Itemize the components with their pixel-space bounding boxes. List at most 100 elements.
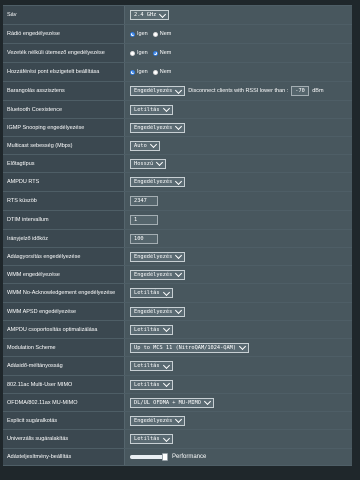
setting-value-cell: Engedélyezés — [125, 119, 352, 136]
adasgyorsitas-engedelyezese-select[interactable]: Engedélyezés — [130, 251, 186, 262]
setting-row: OFDMA/802.11ax MU-MIMO DL/UL OFDMA + MU-M… — [3, 394, 352, 412]
radio-button-icon — [152, 50, 158, 56]
select-value: Engedélyezés — [134, 308, 173, 315]
tx-power-slider-group: Performance — [130, 453, 207, 461]
setting-label: Sáv — [3, 6, 125, 24]
setting-row: Sáv 2.4 GHz — [3, 6, 352, 25]
setting-value-cell: Engedélyezés Disconnect clients with RSSI… — [125, 82, 352, 100]
setting-label: Multicast sebesség (Mbps) — [3, 137, 125, 154]
radio-label: Nem — [159, 69, 172, 75]
rts-kuszob-input[interactable]: 2347 — [130, 196, 158, 206]
select-value: Letiltás — [134, 290, 160, 296]
setting-label: Explicit sugáralkotás — [3, 412, 125, 429]
setting-row: Barangolás asszisztens Engedélyezés Discon… — [3, 82, 352, 101]
setting-row: WMM engedélyezése Engedélyezés — [3, 266, 352, 284]
multicast-sebesseg-mbps-select[interactable]: Auto — [130, 140, 160, 151]
setting-label: Univerzális sugáralakítás — [3, 430, 125, 448]
setting-value-cell: 100 — [125, 230, 352, 247]
setting-label: Előtagtípus — [3, 155, 125, 172]
rssi-threshold-input[interactable]: -70 — [291, 86, 310, 96]
setting-value-cell: Engedélyezés — [125, 248, 352, 265]
setting-row: Multicast sebesség (Mbps) Auto — [3, 137, 352, 155]
adasido-meltanyossag-select[interactable]: Letiltás — [130, 361, 173, 371]
bluetooth-coexistence-select[interactable]: Letiltás — [130, 104, 173, 115]
chevron-down-icon — [175, 122, 183, 131]
setting-label: AMPDU RTS — [3, 173, 125, 191]
radio-label: Igen — [137, 69, 148, 75]
slider-handle[interactable] — [162, 453, 168, 461]
vezetek-nelkuli-utemezo-engedelyezese-radio-igen[interactable]: Igen — [130, 50, 148, 56]
setting-label: Rádió engedélyezése — [3, 25, 125, 43]
igmp-snooping-engedelyezese-select[interactable]: Engedélyezés — [130, 122, 186, 133]
ofdma-802-11ax-mu-mimo-select[interactable]: DL/UL OFDMA + MU-MIMO — [130, 397, 214, 408]
chevron-down-icon — [175, 177, 183, 185]
setting-value-cell: Engedélyezés — [125, 412, 352, 429]
setting-row: Adásteljesítmény-beállítás Performance — [3, 449, 352, 466]
radio-engedelyezese-radio-igen[interactable]: Igen — [130, 31, 148, 37]
802-11ac-multi-user-mimo-select[interactable]: Letiltás — [130, 379, 173, 390]
select-value: Auto — [134, 142, 147, 149]
setting-label: Hozzáférési pont elszigetelt beállítása — [3, 63, 125, 81]
setting-value-cell: Engedélyezés — [125, 303, 352, 320]
univerzalis-sugaralakitas-select[interactable]: Letiltás — [130, 434, 173, 444]
setting-label: AMPDU csoportosítás optimalizálása — [3, 321, 125, 338]
setting-label: RTS küszöb — [3, 192, 125, 210]
wmm-no-acknowledgement-engedelyezese-select[interactable]: Letiltás — [130, 288, 173, 298]
setting-value-cell: Engedélyezés — [125, 173, 352, 191]
setting-value-cell: Letiltás — [125, 284, 352, 302]
vezetek-nelkuli-utemezo-engedelyezese-radio-nem[interactable]: Nem — [152, 50, 172, 56]
select-value: Letiltás — [134, 381, 160, 388]
setting-row: Explicit sugáralkotás Engedélyezés — [3, 412, 352, 430]
iranyjelzo-idokoz-input[interactable]: 100 — [130, 233, 158, 244]
select-value: Up to MCS 11 (NitroQAM/1024-QAM) — [134, 344, 237, 351]
dtim-intervallum-input[interactable]: 1 — [130, 215, 158, 225]
chevron-down-icon — [239, 342, 247, 351]
hozzaferesi-pont-elszigetelt-beallitasa-radio-igen[interactable]: Igen — [130, 69, 148, 75]
explicit-sugaralkotas-select[interactable]: Engedélyezés — [130, 415, 186, 426]
sav-select[interactable]: 2.4 GHz — [130, 10, 170, 20]
radio-button-icon — [152, 69, 158, 75]
setting-value-cell: Igen Nem — [125, 63, 352, 81]
setting-row: Bluetooth Coexistence Letiltás — [3, 101, 352, 119]
rssi-description: Disconnect clients with RSSI lower than … — [188, 88, 289, 94]
wmm-apsd-engedelyezese-select[interactable]: Engedélyezés — [130, 306, 186, 317]
setting-value-cell: Up to MCS 11 (NitroQAM/1024-QAM) — [125, 339, 352, 356]
setting-value-cell: Auto — [125, 137, 352, 154]
chevron-down-icon — [149, 140, 157, 149]
radio-engedelyezese-radio-nem[interactable]: Nem — [152, 31, 171, 37]
radio-label: Igen — [137, 50, 148, 56]
select-value: Engedélyezés — [134, 124, 173, 131]
hozzaferesi-pont-elszigetelt-beallitasa-radio-nem[interactable]: Nem — [152, 69, 172, 75]
ampdu-csoportositas-optimalizalasa-select[interactable]: Letiltás — [130, 324, 173, 335]
setting-value-cell: Performance — [125, 449, 352, 465]
setting-label: Irányjelző időköz — [3, 230, 125, 247]
ampdu-rts-select[interactable]: Engedélyezés — [130, 177, 186, 187]
setting-row: Modulation Scheme Up to MCS 11 (NitroQAM/… — [3, 339, 352, 357]
setting-label: Vezeték nélküli ütemező engedélyezése — [3, 44, 125, 62]
select-value: Letiltás — [134, 326, 160, 333]
radio-label: Nem — [159, 50, 172, 56]
setting-row: 802.11ac Multi-User MIMO Letiltás — [3, 376, 352, 394]
setting-value-cell: Letiltás — [125, 376, 352, 393]
tx-power-level-label: Performance — [172, 454, 207, 460]
setting-row: WMM No-Acknowledgement engedélyezése Leti… — [3, 284, 352, 303]
chevron-down-icon — [162, 104, 170, 113]
settings-frame: Sáv 2.4 GHz Rádió engedélyezése Igen Nem Veze… — [0, 0, 360, 480]
setting-row: Rádió engedélyezése Igen Nem — [3, 25, 352, 44]
select-value: Hosszú — [134, 160, 154, 167]
setting-row: Irányjelző időköz 100 — [3, 230, 352, 248]
setting-label: 802.11ac Multi-User MIMO — [3, 376, 125, 393]
setting-row: Előtagtípus Hosszú — [3, 155, 352, 173]
setting-value-cell: Letiltás — [125, 357, 352, 375]
barangolas-asszisztens-select[interactable]: Engedélyezés — [130, 86, 186, 96]
elotagtipus-select[interactable]: Hosszú — [130, 158, 167, 169]
setting-value-cell: 2347 — [125, 192, 352, 210]
select-value: Engedélyezés — [134, 179, 173, 185]
setting-value-cell: DL/UL OFDMA + MU-MIMO — [125, 394, 352, 411]
modulation-scheme-select[interactable]: Up to MCS 11 (NitroQAM/1024-QAM) — [130, 342, 250, 353]
chevron-down-icon — [175, 269, 183, 278]
tx-power-slider[interactable] — [130, 453, 168, 461]
setting-label: IGMP Snooping engedélyezése — [3, 119, 125, 136]
setting-value-cell: Hosszú — [125, 155, 352, 172]
wmm-engedelyezese-select[interactable]: Engedélyezés — [130, 269, 186, 280]
